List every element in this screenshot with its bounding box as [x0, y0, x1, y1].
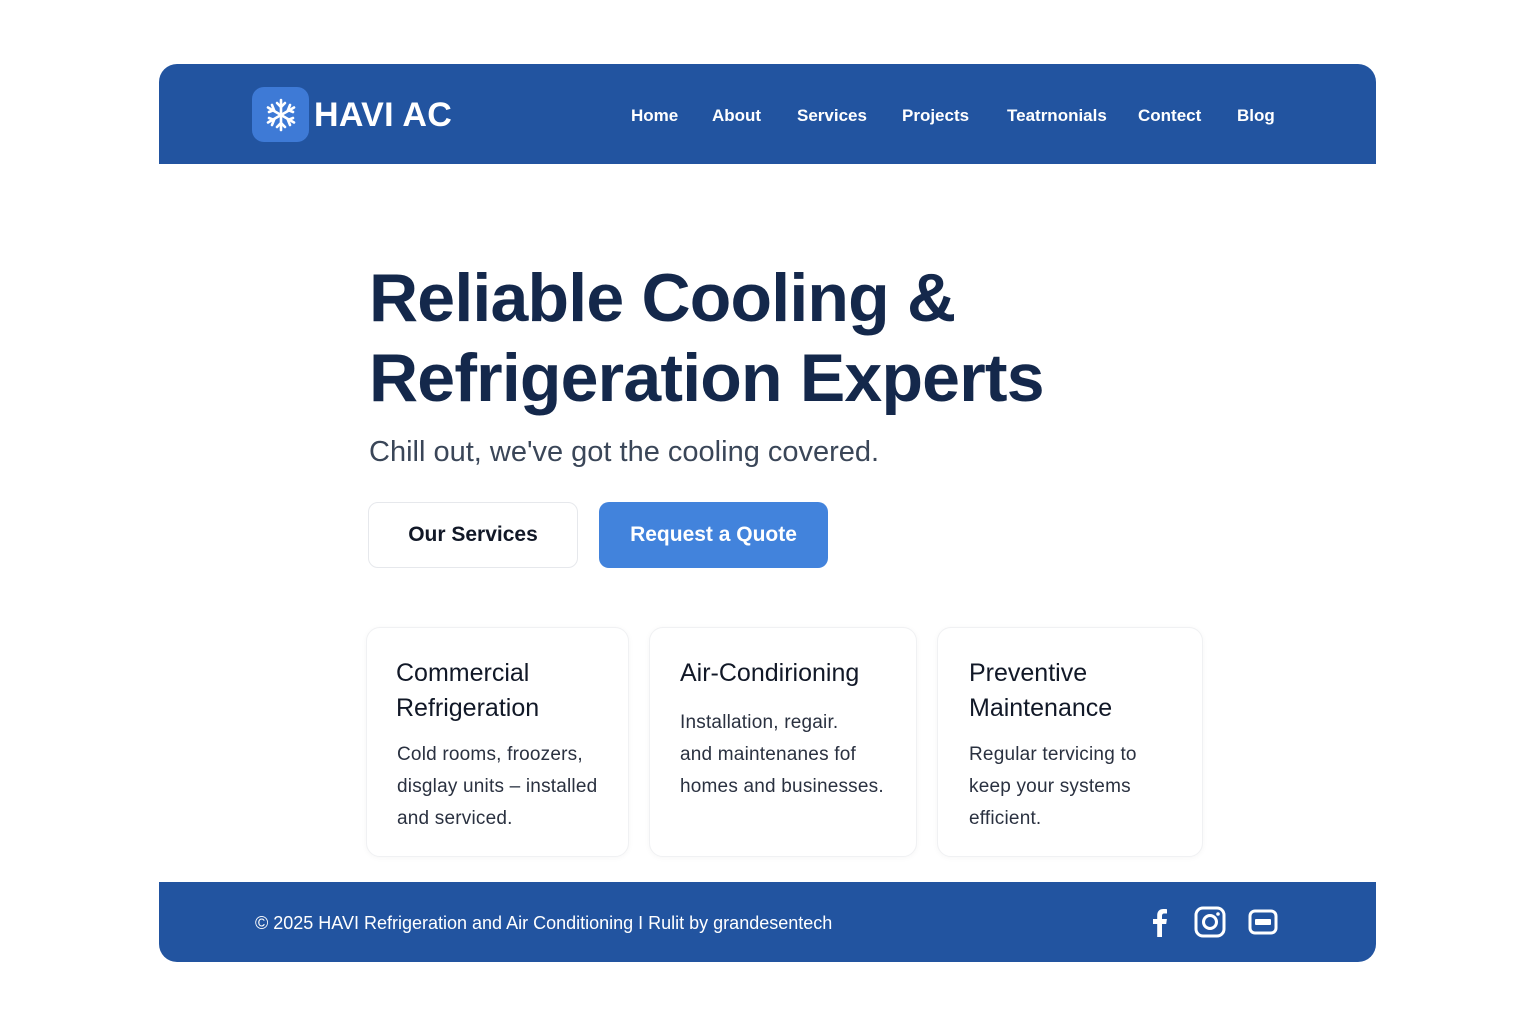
hero-title-line2: Refrigeration Experts	[369, 340, 1045, 416]
facebook-icon[interactable]	[1141, 904, 1177, 940]
card-preventive-maintenance[interactable]: Preventive Maintenance Regular tervicing…	[937, 627, 1203, 857]
hero-subtitle: Chill out, we've got the cooling covered…	[369, 436, 880, 468]
card-text-line: and maintenanes fof	[680, 744, 856, 765]
hero-title-line1: Reliable Cooling &	[369, 260, 956, 336]
card-text-line: keep your systems	[969, 776, 1131, 797]
card-description: Regular tervicing to keep your systems e…	[969, 739, 1137, 835]
card-description: Installation, regair. and maintenanes fo…	[680, 707, 884, 803]
card-air-conditioning[interactable]: Air-Condirioning Installation, regair. a…	[649, 627, 917, 857]
nav-services[interactable]: Services	[797, 106, 867, 126]
card-text-line: and serviced.	[397, 808, 513, 829]
card-title-line2: Maintenance	[969, 694, 1113, 722]
card-title-line1: Preventive	[969, 659, 1088, 687]
our-services-button[interactable]: Our Services	[368, 502, 578, 568]
email-icon[interactable]	[1245, 904, 1281, 940]
card-title: Air-Condirioning	[680, 656, 859, 691]
site-footer: © 2025 HAVI Refrigeration and Air Condit…	[159, 882, 1376, 962]
brand-name[interactable]: HAVI AC	[314, 96, 452, 135]
card-title-line1: Air-Condirioning	[680, 659, 860, 687]
card-text-line: Regular tervicing to	[969, 744, 1137, 765]
instagram-icon[interactable]	[1192, 904, 1228, 940]
site-header: HAVI AC Home About Services Projects Tea…	[159, 64, 1376, 164]
snowflake-icon[interactable]	[252, 87, 309, 142]
card-description: Cold rooms, froozers, disglay units – in…	[397, 739, 597, 835]
card-title: Commercial Refrigeration	[396, 656, 539, 726]
copyright-text: © 2025 HAVI Refrigeration and Air Condit…	[255, 913, 833, 933]
card-commercial-refrigeration[interactable]: Commercial Refrigeration Cold rooms, fro…	[366, 627, 629, 857]
page-frame: HAVI AC Home About Services Projects Tea…	[159, 64, 1376, 962]
nav-projects[interactable]: Projects	[902, 106, 969, 126]
nav-about[interactable]: About	[712, 106, 761, 126]
nav-contact[interactable]: Contect	[1138, 106, 1201, 126]
card-text-line: disglay units – installed	[397, 776, 598, 797]
card-text-line: efficient.	[969, 808, 1042, 829]
card-title: Preventive Maintenance	[969, 656, 1112, 726]
nav-blog[interactable]: Blog	[1237, 106, 1275, 126]
card-text-line: Cold rooms, froozers,	[397, 744, 583, 765]
nav-home[interactable]: Home	[631, 106, 678, 126]
card-title-line1: Commercial	[396, 659, 530, 687]
hero-title: Reliable Cooling & Refrigeration Experts	[369, 258, 1129, 418]
card-text-line: homes and businesses.	[680, 776, 884, 797]
nav-testimonials[interactable]: Teatrnonials	[1007, 106, 1107, 126]
request-quote-button[interactable]: Request a Quote	[599, 502, 828, 568]
card-title-line2: Refrigeration	[396, 694, 540, 722]
card-text-line: Installation, regair.	[680, 712, 839, 733]
